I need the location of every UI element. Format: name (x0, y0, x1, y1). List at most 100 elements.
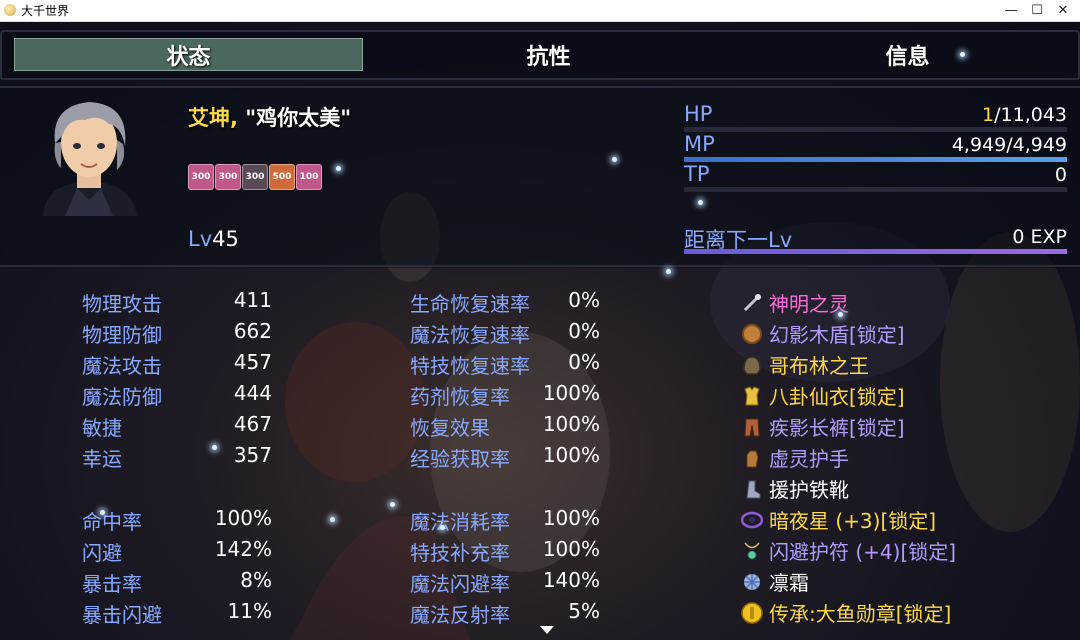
sparkle (698, 200, 703, 205)
regen-value: 0% (568, 288, 600, 312)
regen-value: 100% (542, 443, 600, 467)
param-value: 444 (233, 381, 272, 405)
skull-state-icon: 300 (242, 164, 268, 190)
sparkle (612, 157, 617, 162)
param-value: 411 (233, 288, 272, 312)
sparkle (440, 525, 445, 530)
pants-icon (740, 415, 764, 439)
param-value: 662 (233, 319, 272, 343)
regen-value: 100% (542, 412, 600, 436)
sparkle (960, 52, 965, 57)
close-button[interactable]: ✕ (1040, 0, 1080, 21)
medal-icon (740, 601, 764, 625)
window-titlebar: 大千世界 — ☐ ✕ (0, 0, 1080, 22)
exp-value: 0 EXP (1012, 226, 1067, 248)
hp-value: 1/11,043 (982, 104, 1067, 126)
sparam-value: 100% (542, 537, 600, 561)
sparkle (100, 510, 105, 515)
param-value: 457 (233, 350, 272, 374)
tp-bar (684, 187, 1067, 192)
tab-info[interactable]: 信息 (733, 38, 1080, 71)
xparam-value: 8% (240, 568, 272, 592)
equip-name: 凛霜 (769, 571, 809, 595)
param-label: 魔法防御 (82, 385, 162, 409)
xparam-value: 142% (214, 537, 272, 561)
equip-name: 神明之灵 (769, 292, 849, 316)
xparam-value: 100% (214, 506, 272, 530)
equip-slot[interactable]: 暗夜星 (+3)[锁定] (740, 505, 936, 534)
actor-portrait (43, 102, 137, 216)
dark-star-icon (740, 508, 764, 532)
xparam-label: 闪避 (82, 541, 122, 565)
regen-label: 药剂恢复率 (410, 385, 510, 409)
hp-gauge: HP 1/11,043 (684, 102, 1067, 132)
tp-label: TP (684, 162, 710, 186)
mp-value: 4,949/4,949 (951, 134, 1067, 156)
actor-name: 艾坤, (188, 106, 238, 130)
regen-label: 魔法恢复速率 (410, 323, 530, 347)
equip-slot[interactable]: 凛霜 (740, 567, 809, 596)
window-title: 大千世界 (21, 4, 70, 18)
equip-name: 援护铁靴 (769, 478, 849, 502)
app-icon (4, 4, 16, 16)
param-label: 敏捷 (82, 416, 122, 440)
sparkle (666, 269, 671, 274)
sparkle (336, 166, 341, 171)
level-value: 45 (212, 227, 239, 251)
equip-slot[interactable]: 幻影木盾[锁定] (740, 319, 905, 348)
sparkle (330, 517, 335, 522)
equip-slot[interactable]: 神明之灵 (740, 288, 849, 317)
xparam-label: 暴击闪避 (82, 603, 162, 627)
sparkle (838, 312, 843, 317)
xparam-value: 11% (227, 599, 272, 623)
equip-slot[interactable]: 闪避护符 (+4)[锁定] (740, 536, 956, 565)
divider (0, 265, 1080, 267)
exp-bar-fill (684, 249, 1067, 254)
sparam-value: 140% (542, 568, 600, 592)
sparam-value: 100% (542, 506, 600, 530)
exp-gauge: 距离下一Lv 0 EXP (684, 224, 1067, 254)
actor-name-line: 艾坤, "鸡你太美" (188, 102, 351, 132)
regen-label: 恢复效果 (410, 416, 490, 440)
sparam-label: 特技补充率 (410, 541, 510, 565)
goblin-helm-icon (740, 353, 764, 377)
level-line: Lv45 (188, 227, 239, 251)
sparam-value: 5% (568, 599, 600, 623)
equip-name: 哥布林之王 (769, 354, 869, 378)
param-label: 魔法攻击 (82, 354, 162, 378)
xparam-label: 命中率 (82, 510, 142, 534)
state-icons: 300 300 300 500 100 (188, 164, 322, 190)
equip-slot[interactable]: 哥布林之王 (740, 350, 869, 379)
equip-name: 虚灵护手 (769, 447, 849, 471)
tab-status[interactable]: 状态 (14, 38, 363, 71)
regen-label: 经验获取率 (410, 447, 510, 471)
game-screen: 状态 抗性 信息 艾坤, "鸡你太美" 300 300 300 500 1 0 0 … (0, 22, 1080, 640)
sparam-label: 魔法消耗率 (410, 510, 510, 534)
wood-shield-icon (740, 322, 764, 346)
level-label: Lv (188, 227, 213, 251)
equip-slot[interactable]: 八卦仙衣[锁定] (740, 381, 905, 410)
regen-value: 100% (542, 381, 600, 405)
tp-gauge: TP 0 (684, 162, 1067, 192)
frost-icon (740, 570, 764, 594)
equip-slot[interactable]: 传承:大鱼勋章[锁定] (740, 598, 951, 627)
equip-name: 幻影木盾[锁定] (769, 323, 905, 347)
param-label: 幸运 (82, 447, 122, 471)
xparam-label: 暴击率 (82, 572, 142, 596)
param-label: 物理防御 (82, 323, 162, 347)
mp-gauge: MP 4,949/4,949 (684, 132, 1067, 162)
state-icon: 500 (269, 164, 295, 190)
scroll-down-arrow-icon[interactable] (540, 626, 554, 634)
state-icon: 300 (215, 164, 241, 190)
regen-value: 0% (568, 350, 600, 374)
equip-slot[interactable]: 疾影长裤[锁定] (740, 412, 905, 441)
actor-nickname: "鸡你太美" (245, 106, 352, 130)
regen-value: 0% (568, 319, 600, 343)
equip-slot[interactable]: 援护铁靴 (740, 474, 849, 503)
sparkle (390, 502, 395, 507)
sparam-label: 魔法反射率 (410, 603, 510, 627)
hp-max: /11,043 (994, 104, 1067, 126)
equip-slot[interactable]: 虚灵护手 (740, 443, 849, 472)
equip-name: 疾影长裤[锁定] (769, 416, 905, 440)
tab-resistance[interactable]: 抗性 (374, 38, 723, 71)
